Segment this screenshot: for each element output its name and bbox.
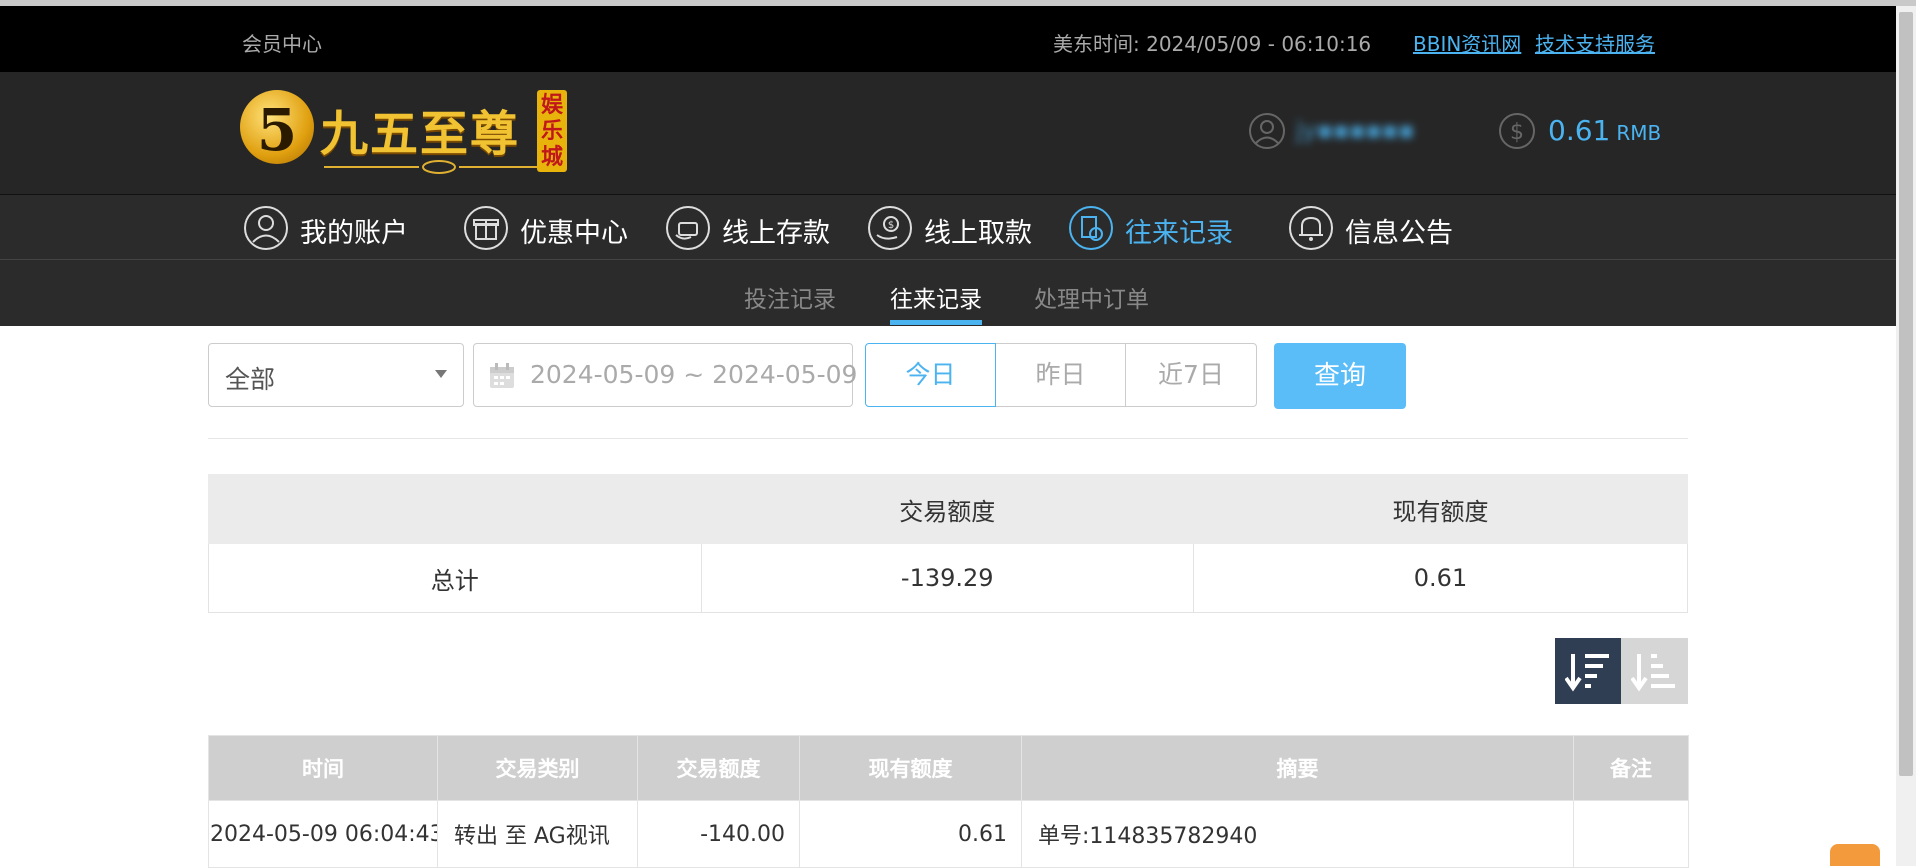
date-range-input[interactable]: 2024-05-09 ~ 2024-05-09 [473,343,857,407]
logo-badge: 5 [240,90,314,164]
balance-amount: 0.61 RMB [1548,114,1662,147]
est-time: 美东时间: 2024/05/09 - 06:10:16 [1053,28,1371,57]
summary-header-transaction: 交易额度 [700,474,1194,544]
transaction-type-select[interactable]: 全部 [208,343,464,407]
deposit-icon [666,206,710,250]
member-center-label: 会员中心 [242,32,322,56]
yesterday-button[interactable]: 昨日 [995,343,1126,407]
time-value: 2024/05/09 - 06:10:16 [1146,32,1372,56]
active-tab-indicator [890,320,982,325]
sort-asc-button[interactable] [1621,638,1688,704]
bbin-news-link[interactable]: BBIN资讯网 [1413,28,1521,57]
summary-header-current: 现有额度 [1193,474,1688,544]
tab-transaction-records[interactable]: 往来记录 [890,280,982,314]
floating-gift-icon[interactable] [1830,844,1880,866]
col-header-time: 时间 [208,735,438,801]
summary-current-total: 0.61 [1193,543,1688,613]
logo-ornament [324,160,554,174]
dollar-coin-icon: $ [1499,113,1535,149]
cell-balance: 0.61 [799,800,1022,868]
bell-icon [1289,206,1333,250]
brand-tag: 娱乐城 [537,90,567,172]
col-header-type: 交易类别 [437,735,638,801]
tech-support-link[interactable]: 技术支持服务 [1535,28,1655,57]
svg-text:$: $ [1510,120,1524,145]
date-range-value: 2024-05-09 ~ 2024-05-09 [530,360,858,389]
currency-label: RMB [1616,121,1662,145]
col-header-summary: 摘要 [1021,735,1574,801]
summary-transaction-total: -139.29 [700,543,1194,613]
summary-header-empty [208,474,702,544]
sort-desc-button[interactable] [1555,638,1621,704]
svg-text:$: $ [888,220,894,231]
sort-desc-icon [1565,654,1609,692]
tab-pending-orders[interactable]: 处理中订单 [1034,280,1149,314]
col-header-note: 备注 [1573,735,1689,801]
filter-divider [208,438,1688,439]
time-label: 美东时间: [1053,32,1147,56]
query-button[interactable]: 查询 [1274,343,1406,409]
gift-icon [464,206,508,250]
table-row: 2024-05-09 06:04:43 转出 至 AG视讯 -140.00 0.… [208,800,1689,868]
cell-note [1573,800,1689,868]
records-table: 时间 交易类别 交易额度 现有额度 摘要 备注 2024-05-09 06:04… [208,735,1689,868]
summary-total-row: 总计 -139.29 0.61 [208,543,1688,613]
chevron-down-icon [435,370,447,378]
sort-asc-icon [1631,654,1675,692]
top-bar: 会员中心 美东时间: 2024/05/09 - 06:10:16 BBIN资讯网… [0,6,1896,72]
record-icon [1069,206,1113,250]
col-header-amount: 交易额度 [637,735,800,801]
sub-nav: 投注记录 往来记录 处理中订单 [0,260,1896,326]
main-nav: 我的账户 优惠中心 线上存款 $ 线上取款 往来记录 信息公告 [0,194,1896,260]
user-icon [1249,113,1285,149]
quick-date-group: 今日 昨日 近7日 [865,343,1257,407]
withdraw-icon: $ [868,206,912,250]
cell-amount: -140.00 [637,800,800,868]
cell-summary: 单号:114835782940 [1021,800,1574,868]
brand-name: 九五至尊 [320,106,521,162]
today-button[interactable]: 今日 [865,343,996,407]
last-7-days-button[interactable]: 近7日 [1125,343,1257,407]
page-scrollbar[interactable] [1896,6,1916,866]
cell-time: 2024-05-09 06:04:43 [208,800,438,868]
calendar-icon [490,363,514,388]
col-header-balance: 现有额度 [799,735,1022,801]
site-logo[interactable]: 5 九五至尊 娱乐城 [240,86,570,178]
summary-table: 交易额度 现有额度 总计 -139.29 0.61 [208,474,1688,613]
tab-bet-records[interactable]: 投注记录 [744,280,836,314]
user-circle-icon [244,206,288,250]
username: jy▪▪▪▪▪▪ [1296,116,1415,144]
cell-type: 转出 至 AG视讯 [437,800,638,868]
sort-toggle [1555,638,1688,704]
summary-total-label: 总计 [208,543,702,613]
site-header: 5 九五至尊 娱乐城 jy▪▪▪▪▪▪ $ 0.61 RMB [0,72,1896,194]
scrollbar-thumb[interactable] [1899,12,1913,776]
